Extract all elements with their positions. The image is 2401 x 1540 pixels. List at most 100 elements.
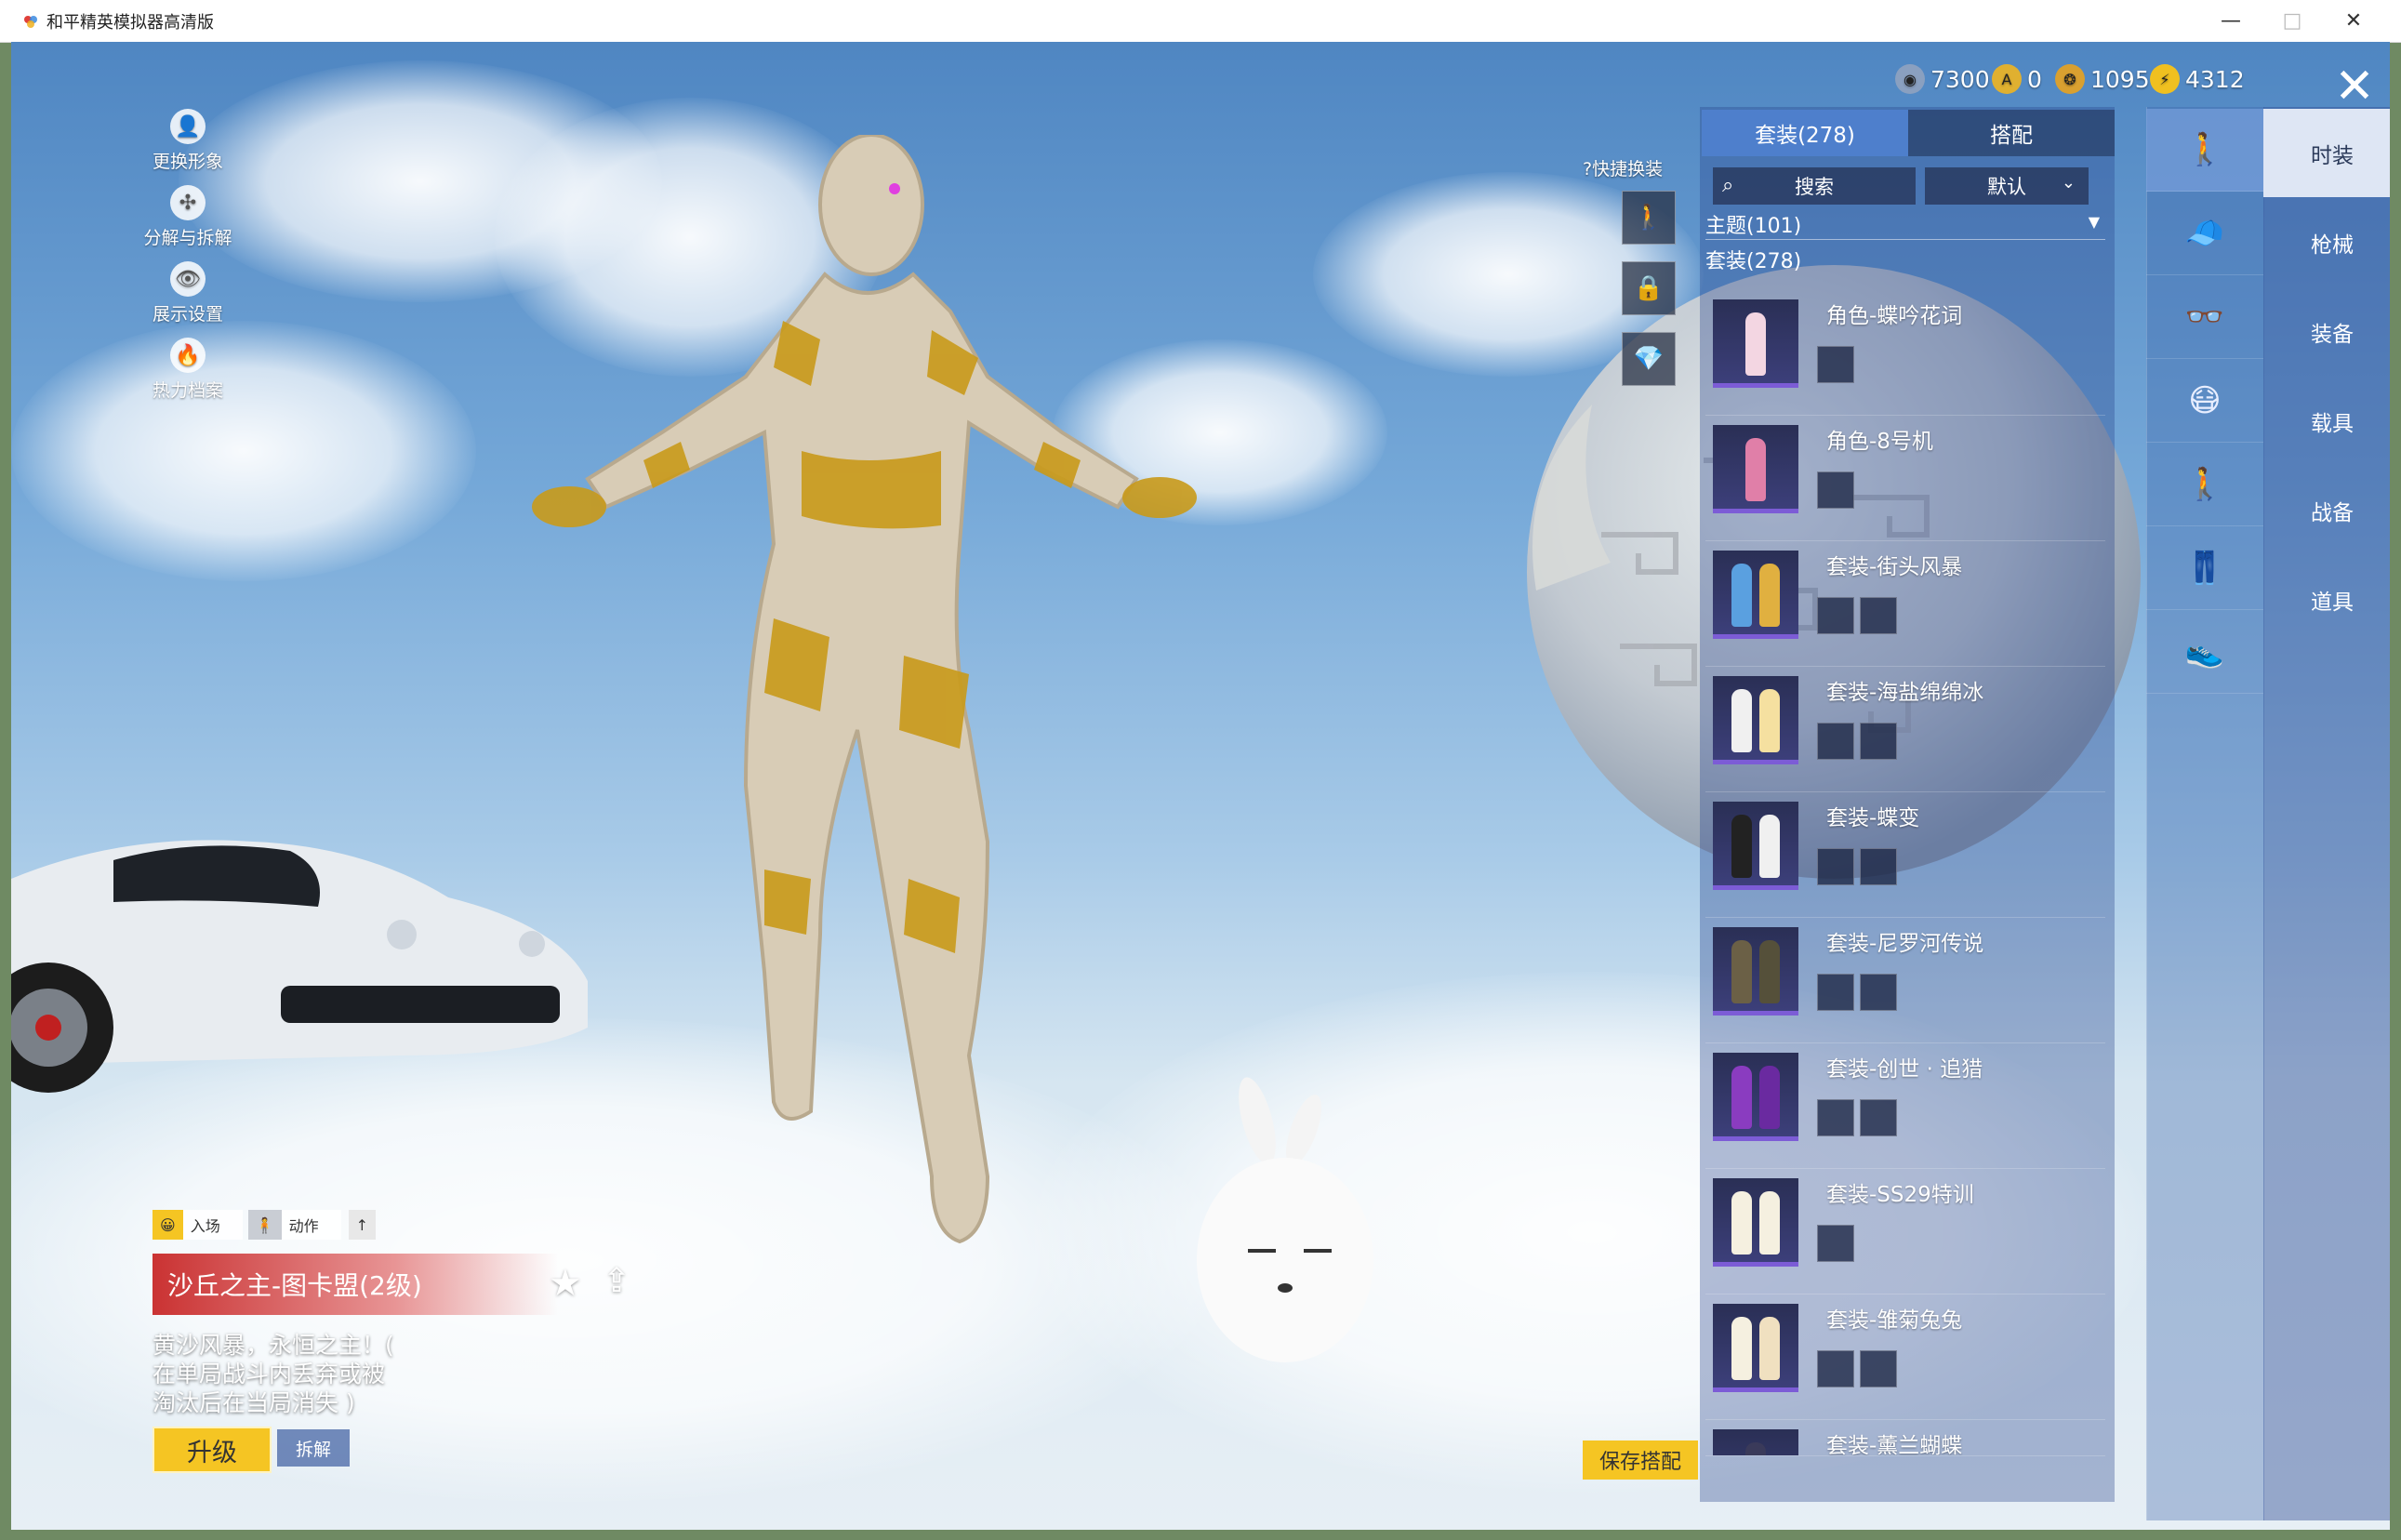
sort-dropdown[interactable]: 默认 ⌄ — [1925, 167, 2089, 205]
outfit-part-icon[interactable] — [1860, 723, 1897, 760]
outfit-part-icon[interactable] — [1817, 723, 1854, 760]
outfit-item[interactable]: 套装-创世 · 追猎 — [1705, 1043, 2105, 1169]
nav-supplies[interactable]: 战备 — [2263, 466, 2390, 554]
outfit-figure — [1759, 689, 1780, 752]
outfit-item[interactable]: 套装-SS29特训 — [1705, 1169, 2105, 1294]
favorite-star-icon[interactable]: ★ — [549, 1262, 582, 1305]
a-coin-icon: A — [1992, 64, 2022, 94]
item-description: 黄沙风暴，永恒之主！( 在单局战斗内丢弃或被 淘汰后在当局消失 ) — [153, 1331, 394, 1417]
outfit-part-icon[interactable] — [1860, 1099, 1897, 1136]
close-icon[interactable]: ✕ — [2327, 59, 2382, 114]
outfit-figure — [1745, 312, 1766, 376]
outfit-item[interactable]: 套装-尼罗河传说 — [1705, 918, 2105, 1043]
currency-silver[interactable]: ◉ 7300 — [1895, 60, 1990, 98]
tab-outfits[interactable]: 搭配 — [1908, 110, 2115, 156]
heat-archive-button[interactable]: 🔥 热力档案 — [123, 338, 253, 402]
share-icon[interactable]: ⇪ — [603, 1262, 630, 1300]
outfit-part-icon[interactable] — [1817, 848, 1854, 885]
quick-slot-locked[interactable]: 🔒 — [1622, 261, 1676, 315]
window-titlebar: 和平精英模拟器高清版 — □ ✕ — [0, 0, 2401, 43]
gold-amount: 1095 — [2090, 65, 2150, 93]
minimize-button[interactable]: — — [2200, 0, 2262, 42]
body-icon[interactable]: 🚶 — [2146, 109, 2263, 192]
outfit-item[interactable]: 角色-蝶吟花词 — [1705, 290, 2105, 416]
outfit-part-icon[interactable] — [1817, 597, 1854, 634]
puzzle-icon: ✣ — [170, 185, 206, 220]
outfit-item[interactable]: 套装-雏菊兔兔 — [1705, 1294, 2105, 1420]
character-model-image — [532, 135, 1197, 1244]
outfit-part-icon[interactable] — [1860, 1350, 1897, 1387]
display-settings-button[interactable]: 👁 展示设置 — [123, 261, 253, 325]
energy-amount: 4312 — [2185, 65, 2245, 93]
figure-icon[interactable]: 🚶 — [2146, 444, 2263, 526]
disassemble-button[interactable]: 拆解 — [277, 1429, 350, 1467]
gold-coin-icon: ❂ — [2055, 64, 2085, 94]
nav-vehicles[interactable]: 载具 — [2263, 377, 2390, 465]
outfit-figure — [1745, 438, 1766, 501]
decompose-button[interactable]: ✣ 分解与拆解 — [123, 185, 253, 249]
outfit-figure — [1759, 940, 1780, 1003]
description-line: 淘汰后在当局消失 ) — [153, 1389, 355, 1416]
outfit-item[interactable]: 套装-蝶变 — [1705, 792, 2105, 918]
outfit-thumbnail — [1713, 425, 1798, 513]
currency-energy[interactable]: ⚡ 4312 — [2150, 60, 2245, 98]
outfit-thumbnail — [1713, 1429, 1798, 1455]
outfit-thumbnail — [1713, 1178, 1798, 1267]
outfit-figure — [1759, 1317, 1780, 1380]
outfit-figure — [1759, 564, 1780, 627]
tab-suits[interactable]: 套装(278) — [1702, 110, 1908, 156]
theme-filter[interactable]: 主题(101) ▼ — [1705, 209, 2105, 240]
outfit-part-icon[interactable] — [1860, 974, 1897, 1011]
quick-slot-diamond[interactable]: 💎 — [1622, 332, 1676, 386]
outfit-part-icon[interactable] — [1817, 346, 1854, 383]
outfit-name: 角色-蝶吟花词 — [1826, 304, 1963, 328]
outfit-part-icon[interactable] — [1817, 471, 1854, 509]
outfit-thumbnail — [1713, 676, 1798, 764]
outfit-part-icon[interactable] — [1817, 1225, 1854, 1262]
shoes-icon[interactable]: 👟 — [2146, 611, 2263, 694]
outfit-name: 套装-SS29特训 — [1826, 1183, 1974, 1207]
outfit-thumbnail — [1713, 927, 1798, 1016]
currency-gold[interactable]: ❂ 1095 — [2055, 60, 2150, 98]
a-coin-amount: 0 — [2027, 65, 2042, 93]
outfit-part-icon[interactable] — [1817, 1099, 1854, 1136]
outfit-item[interactable]: 套装-薰兰蝴蝶 — [1705, 1420, 2105, 1456]
dropdown-arrow-icon: ▼ — [2088, 213, 2100, 231]
currency-a-coin[interactable]: A 0 — [1992, 60, 2042, 98]
pants-icon[interactable]: 👖 — [2146, 527, 2263, 610]
entrance-button[interactable]: 入场 — [182, 1210, 243, 1240]
outfit-part-icon[interactable] — [1817, 974, 1854, 1011]
cap-icon[interactable]: 🧢 — [2146, 192, 2263, 275]
quick-change-label[interactable]: ?快捷换装 — [1583, 155, 1663, 180]
search-icon: ⌕ — [1722, 174, 1734, 197]
outfit-figure — [1731, 689, 1752, 752]
outfit-figure — [1731, 1317, 1752, 1380]
outfit-name: 套装-雏菊兔兔 — [1826, 1308, 1963, 1333]
search-input[interactable]: ⌕ 搜索 — [1713, 167, 1916, 205]
change-appearance-button[interactable]: 👤 更换形象 — [123, 109, 253, 173]
outfit-part-icon[interactable] — [1817, 1350, 1854, 1387]
outfit-part-icon[interactable] — [1860, 848, 1897, 885]
nav-items[interactable]: 道具 — [2263, 555, 2390, 644]
outfit-name: 套装-街头风暴 — [1826, 555, 1963, 579]
maximize-button[interactable]: □ — [2262, 0, 2323, 42]
save-outfit-button[interactable]: 保存搭配 — [1583, 1440, 1698, 1480]
close-window-button[interactable]: ✕ — [2323, 0, 2384, 42]
outfit-part-icon[interactable] — [1860, 597, 1897, 634]
quick-slot-outfit[interactable]: 🚶 — [1622, 191, 1676, 245]
action-button[interactable]: 动作 — [281, 1210, 341, 1240]
outfit-item[interactable]: 套装-海盐绵绵冰 — [1705, 667, 2105, 792]
mask-icon[interactable]: 😷 — [2146, 360, 2263, 443]
outfit-item[interactable]: 套装-街头风暴 — [1705, 541, 2105, 667]
outfit-figure — [1759, 1191, 1780, 1255]
outfit-item[interactable]: 角色-8号机 — [1705, 416, 2105, 541]
glasses-icon[interactable]: 👓 — [2146, 276, 2263, 359]
expand-up-button[interactable]: ↑ — [348, 1210, 377, 1240]
outfit-figure — [1731, 564, 1752, 627]
upgrade-button[interactable]: 升级 — [153, 1427, 272, 1473]
nav-weapons[interactable]: 枪械 — [2263, 198, 2390, 286]
nav-equipment[interactable]: 装备 — [2263, 287, 2390, 376]
outfit-thumbnail — [1713, 551, 1798, 639]
nav-fashion[interactable]: 时装 — [2263, 109, 2390, 197]
outfit-name: 套装-薰兰蝴蝶 — [1826, 1434, 1963, 1456]
